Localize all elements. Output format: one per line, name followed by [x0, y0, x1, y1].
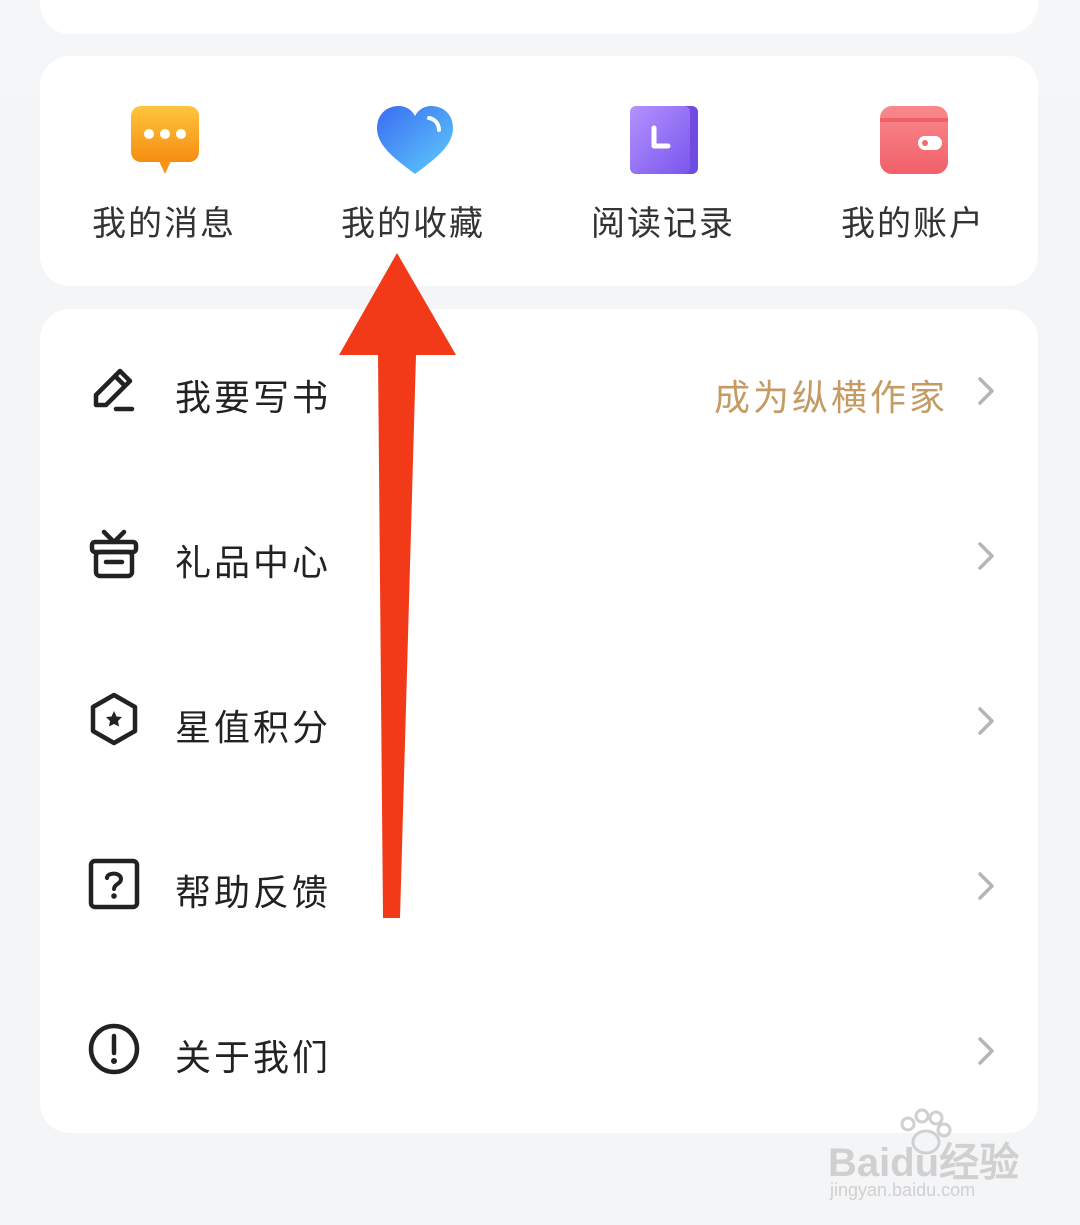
menu-item-gift-center[interactable]: 礼品中心: [40, 496, 1038, 616]
heart-icon: [377, 106, 453, 174]
quick-item-account[interactable]: 我的账户: [813, 104, 1013, 264]
top-card-partial: [40, 0, 1038, 34]
menu-item-about-us[interactable]: 关于我们: [40, 991, 1038, 1111]
message-icon: [131, 106, 199, 174]
menu-list-card: 我要写书 成为纵横作家 礼品中心 星值积分 帮助反馈 关于我们: [40, 309, 1038, 1133]
menu-item-label: 关于我们: [175, 1038, 332, 1079]
menu-item-star-points[interactable]: 星值积分: [40, 661, 1038, 781]
chevron-right-icon: [978, 542, 994, 570]
chevron-right-icon: [978, 872, 994, 900]
chevron-right-icon: [978, 707, 994, 735]
watermark-url: jingyan.baidu.com: [830, 1180, 976, 1200]
menu-item-label: 星值积分: [175, 708, 332, 749]
help-icon: [88, 858, 140, 910]
wallet-icon: [880, 106, 948, 174]
menu-item-label: 礼品中心: [175, 543, 332, 584]
become-author-link[interactable]: 成为纵横作家: [714, 369, 948, 421]
watermark: Baidu经验 jingyan.baidu.com: [828, 1108, 1058, 1208]
chevron-right-icon: [978, 1037, 994, 1065]
chevron-right-icon: [978, 377, 994, 405]
pen-icon: [93, 368, 135, 412]
quick-actions-card: 我的消息 我的收藏 阅读记录 我的账户: [40, 56, 1038, 286]
star-hexagon-icon: [90, 692, 138, 746]
menu-item-label: 我要写书: [175, 378, 332, 419]
gift-icon: [89, 529, 139, 579]
menu-item-write[interactable]: 我要写书 成为纵横作家: [40, 331, 1038, 451]
quick-item-favorites[interactable]: 我的收藏: [313, 104, 513, 264]
menu-item-label: 帮助反馈: [175, 873, 332, 914]
info-icon: [88, 1023, 140, 1075]
menu-item-help-feedback[interactable]: 帮助反馈: [40, 826, 1038, 946]
quick-item-label: 阅读记录: [591, 204, 735, 244]
quick-item-messages[interactable]: 我的消息: [64, 104, 264, 264]
clock-icon: [630, 106, 698, 174]
quick-item-label: 我的消息: [92, 204, 236, 244]
quick-item-label: 我的收藏: [341, 204, 485, 244]
quick-item-history[interactable]: 阅读记录: [563, 104, 763, 264]
quick-item-label: 我的账户: [841, 204, 985, 244]
